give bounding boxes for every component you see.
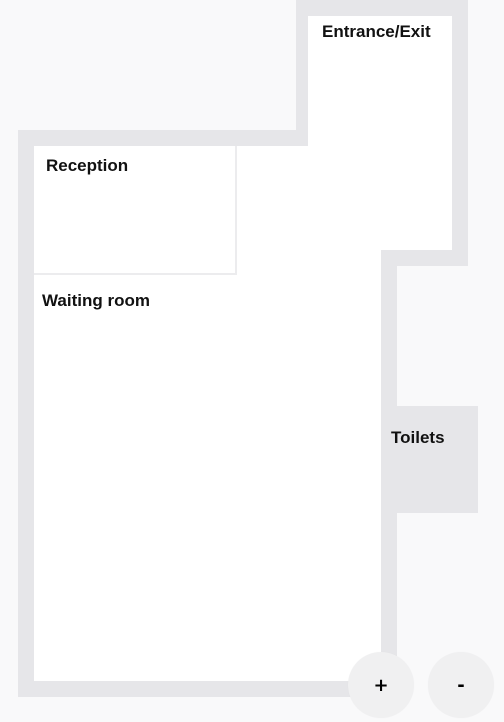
zoom-in-button[interactable]: + <box>348 652 414 718</box>
floorplan-map[interactable]: Entrance/Exit Reception Waiting room Toi… <box>0 0 504 722</box>
toilets-room <box>381 406 478 513</box>
floorplan-drawing <box>18 0 504 722</box>
zoom-out-button[interactable]: - <box>428 652 494 718</box>
room-label-entrance: Entrance/Exit <box>322 22 431 41</box>
room-label-toilets: Toilets <box>391 428 445 447</box>
room-label-reception: Reception <box>46 156 129 175</box>
room-label-waiting-room: Waiting room <box>42 291 150 310</box>
